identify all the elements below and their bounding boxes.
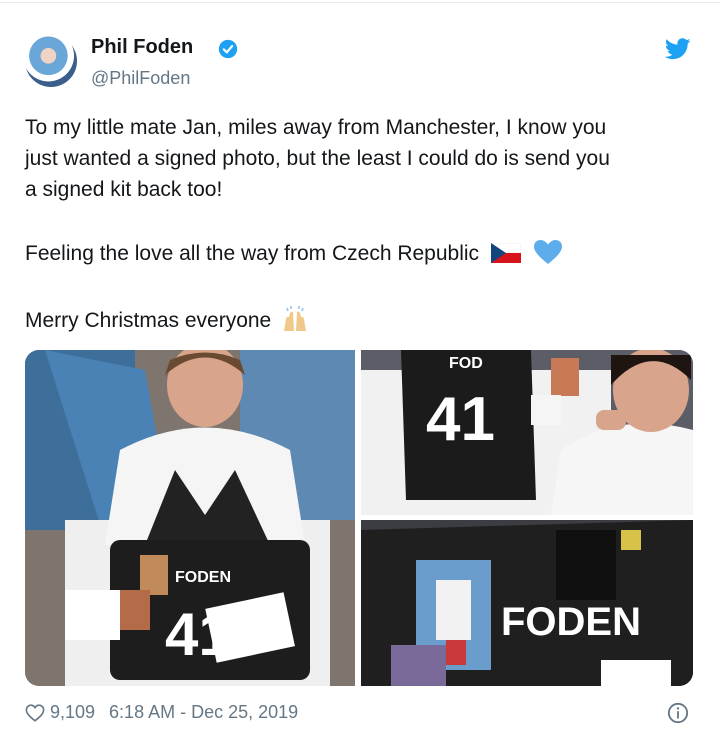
shirt-number-text: 41 <box>426 385 495 454</box>
shirt-name-text: FODEN <box>501 600 641 644</box>
heart-outline-icon[interactable] <box>25 703 45 722</box>
photo-shirt-closeup: FODEN <box>361 520 693 686</box>
media-photo-shirt-closeup[interactable]: FODEN <box>361 520 693 686</box>
photo-signing-shirt: FOD 41 <box>361 350 693 515</box>
tweet-text-line: a signed kit back too! <box>25 178 223 201</box>
tweet-text-line: just wanted a signed photo, but the leas… <box>25 147 610 170</box>
top-divider <box>0 2 720 3</box>
author-name[interactable]: Phil Foden <box>91 36 193 59</box>
tweet-text-segment: Merry Christmas everyone <box>25 309 272 332</box>
raising-hands-icon <box>284 306 307 331</box>
tweet-text-line: To my little mate Jan, miles away from M… <box>25 116 607 139</box>
tweet-text-segment: Feeling the love all the way from Czech … <box>25 242 480 265</box>
tweet-timestamp[interactable]: 6:18 AM - Dec 25, 2019 <box>109 702 298 723</box>
photo-player-with-kit: FODEN 41 <box>25 350 355 686</box>
author-handle[interactable]: @PhilFoden <box>91 68 190 89</box>
verified-badge-icon <box>218 39 238 59</box>
blue-heart-icon <box>533 240 562 264</box>
info-icon[interactable] <box>667 702 689 724</box>
tweet-footer: 9,109 6:18 AM - Dec 25, 2019 <box>25 702 298 723</box>
tweet-text-line: Feeling the love all the way from Czech … <box>25 238 695 269</box>
czech-flag-icon <box>490 243 521 263</box>
tweet-text-line: Merry Christmas everyone <box>25 305 695 336</box>
media-photo-signing[interactable]: FOD 41 <box>361 350 693 515</box>
tweet-media[interactable]: FODEN 41 FOD 41 FODEN <box>25 350 693 686</box>
avatar[interactable] <box>25 35 77 87</box>
media-photo-main[interactable]: FODEN 41 <box>25 350 355 686</box>
like-count[interactable]: 9,109 <box>50 702 95 723</box>
shirt-name-text: FODEN <box>175 569 231 586</box>
twitter-bird-icon[interactable] <box>665 38 691 60</box>
shirt-name-partial-text: FOD <box>449 355 483 372</box>
